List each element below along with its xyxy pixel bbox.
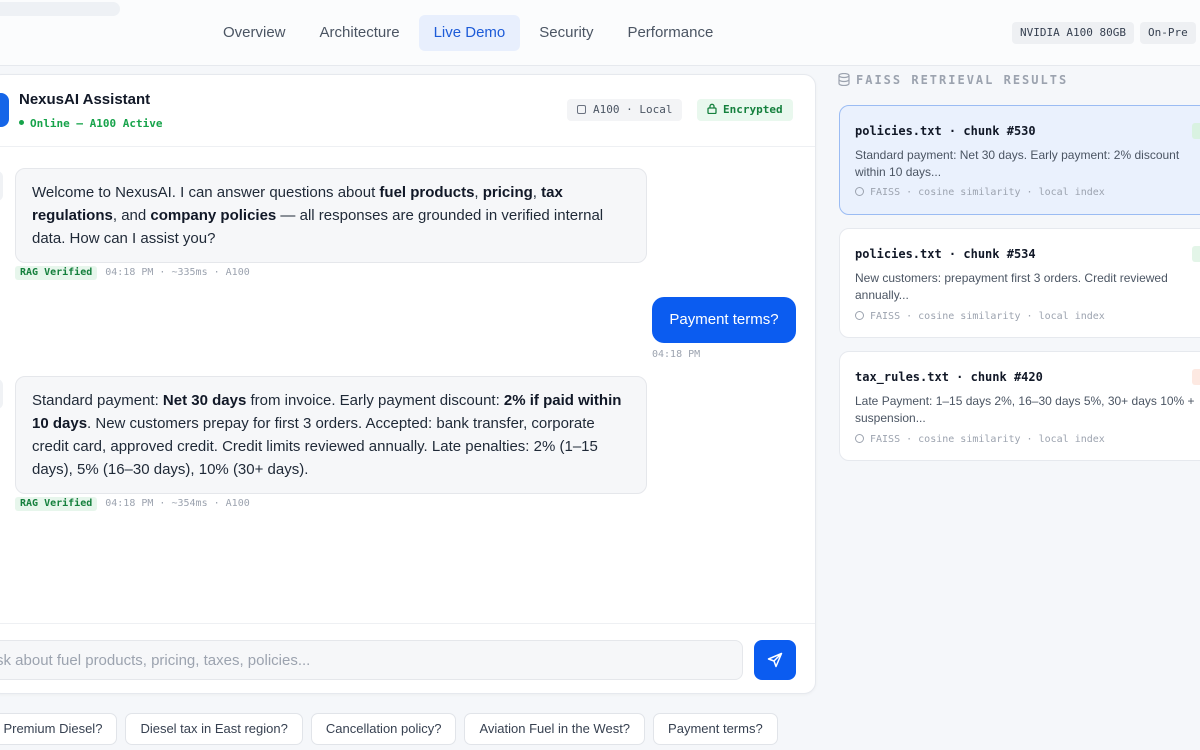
tab-security[interactable]: Security: [524, 15, 608, 51]
message-meta: RAG Verified 04:18 PM · ~335ms · A100: [15, 266, 250, 280]
encrypted-badge: Encrypted: [697, 99, 793, 121]
rag-verified-badge: RAG Verified: [15, 266, 98, 280]
result-snippet: Standard payment: Net 30 days. Early pay…: [855, 148, 1180, 179]
send-button[interactable]: [754, 640, 796, 680]
deployment-badge: On-Pre: [1139, 22, 1196, 44]
message-text: from invoice. Early payment discount:: [246, 392, 504, 409]
result-source: tax_rules.txt · chunk #420: [855, 370, 1043, 384]
suggestion-chip[interactable]: of Premium Diesel?: [0, 713, 118, 745]
suggestion-chip[interactable]: Payment terms?: [653, 713, 778, 745]
message-emphasis: pricing: [482, 184, 533, 201]
message-emphasis: company policies: [150, 207, 277, 224]
message-text: Welcome to NexusAI. I can answer questio…: [32, 184, 380, 201]
message-text: . New customers prepay for first 3 order…: [32, 415, 598, 478]
rag-verified-badge: RAG Verified: [15, 497, 98, 511]
result-meta: FAISS · cosine similarity · local index: [855, 311, 1105, 322]
chat-header: NexusAI Assistant Online — A100 Active A…: [0, 75, 815, 147]
message-text: , and: [112, 207, 151, 224]
chat-panel: NexusAI Assistant Online — A100 Active A…: [0, 74, 816, 694]
gpu-model-badge: NVIDIA A100 80GB: [1012, 22, 1134, 44]
assistant-status-text: Online — A100 Active: [30, 117, 163, 130]
hardware-badges: NVIDIA A100 80GB On-Pre: [1012, 22, 1196, 44]
brand-logo[interactable]: [0, 2, 120, 16]
message-meta: RAG Verified 04:18 PM · ~354ms · A100: [15, 497, 250, 511]
similarity-score-badge: [1192, 369, 1200, 385]
retrieval-result-card[interactable]: policies.txt · chunk #534 New customers:…: [839, 228, 1200, 338]
user-message-time: 04:18 PM: [652, 349, 701, 360]
message-emphasis: fuel products: [379, 184, 475, 201]
assistant-message: Standard payment: Net 30 days from invoi…: [15, 376, 647, 494]
message-text: Standard payment:: [32, 392, 163, 409]
top-nav-bar: Overview Architecture Live Demo Security…: [0, 0, 1200, 66]
suggestion-chip[interactable]: Cancellation policy?: [310, 713, 457, 745]
retrieval-result-card[interactable]: tax_rules.txt · chunk #420 Late Payment:…: [839, 351, 1200, 461]
clock-icon: [855, 434, 864, 443]
similarity-score-badge: [1192, 123, 1200, 139]
nav-tabs: Overview Architecture Live Demo Security…: [208, 15, 728, 51]
gpu-local-badge: A100 · Local: [567, 99, 683, 121]
encrypted-label: Encrypted: [723, 103, 783, 116]
message-text: ,: [532, 184, 542, 201]
result-source: policies.txt · chunk #530: [855, 124, 1036, 138]
result-meta-text: FAISS · cosine similarity · local index: [870, 187, 1105, 198]
lock-icon: [707, 103, 717, 114]
result-meta: FAISS · cosine similarity · local index: [855, 434, 1105, 445]
database-icon: [838, 73, 850, 86]
suggestion-chip[interactable]: Aviation Fuel in the West?: [464, 713, 646, 745]
retrieval-panel-title: FAISS RETRIEVAL RESULTS: [838, 73, 1068, 87]
result-meta-text: FAISS · cosine similarity · local index: [870, 311, 1105, 322]
retrieval-title-text: FAISS RETRIEVAL RESULTS: [856, 73, 1069, 87]
message-emphasis: Net 30 days: [162, 392, 247, 409]
assistant-avatar: [0, 93, 9, 127]
similarity-score-badge: [1192, 246, 1200, 262]
clock-icon: [855, 187, 864, 196]
clock-icon: [855, 311, 864, 320]
assistant-message: Welcome to NexusAI. I can answer questio…: [15, 168, 647, 263]
tab-live-demo[interactable]: Live Demo: [418, 15, 521, 51]
user-message: Payment terms?: [652, 297, 796, 343]
status-dot-icon: [19, 120, 24, 125]
message-meta-text: 04:18 PM · ~354ms · A100: [105, 498, 250, 509]
suggestion-chip[interactable]: Diesel tax in East region?: [125, 713, 303, 745]
gpu-local-label: A100 · Local: [593, 103, 673, 116]
message-meta-text: 04:18 PM · ~335ms · A100: [105, 267, 250, 278]
result-snippet: New customers: prepayment first 3 orders…: [855, 271, 1168, 302]
result-meta: FAISS · cosine similarity · local index: [855, 187, 1105, 198]
tab-architecture[interactable]: Architecture: [305, 15, 415, 51]
chat-input-bar: [0, 623, 815, 693]
assistant-message-avatar: [0, 379, 3, 409]
send-icon: [767, 652, 783, 668]
assistant-status: Online — A100 Active: [19, 117, 162, 130]
chip-icon: [577, 105, 586, 114]
tab-overview[interactable]: Overview: [208, 15, 301, 51]
result-snippet: Late Payment: 1–15 days 2%, 16–30 days 5…: [855, 394, 1195, 425]
assistant-message-avatar: [0, 171, 3, 201]
assistant-name: NexusAI Assistant: [19, 91, 151, 108]
result-source: policies.txt · chunk #534: [855, 247, 1036, 261]
retrieval-result-card[interactable]: policies.txt · chunk #530 Standard payme…: [839, 105, 1200, 215]
suggestion-chips: of Premium Diesel? Diesel tax in East re…: [0, 713, 778, 745]
tab-performance[interactable]: Performance: [612, 15, 728, 51]
message-text: ,: [474, 184, 483, 201]
chat-input[interactable]: [0, 640, 743, 680]
result-meta-text: FAISS · cosine similarity · local index: [870, 434, 1105, 445]
